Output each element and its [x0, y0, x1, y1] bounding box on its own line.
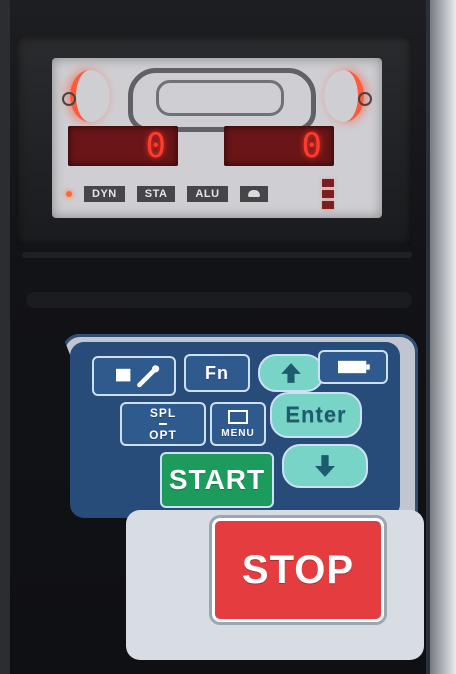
mode-button-alu[interactable]: ALU	[187, 186, 228, 202]
left-weight-display: 0	[68, 126, 178, 166]
up-arrow-icon	[281, 363, 301, 383]
function-button[interactable]: Fn	[184, 354, 250, 392]
left-position-icon	[62, 92, 76, 106]
menu-label: MENU	[221, 427, 255, 439]
display-panel: 0 0 DYN STA ALU	[52, 58, 382, 218]
spl-opt-divider	[159, 423, 167, 425]
opt-label: OPT	[149, 428, 177, 442]
status-indicators	[322, 176, 352, 212]
menu-icon	[228, 409, 248, 424]
weight-apply-button[interactable]	[92, 356, 176, 396]
spl-opt-button[interactable]: SPL OPT	[120, 402, 206, 446]
enter-button[interactable]: Enter	[270, 392, 362, 438]
spl-opt-label: SPL OPT	[149, 407, 177, 441]
vehicle-icon[interactable]	[239, 186, 268, 202]
stop-button[interactable]: STOP	[212, 518, 384, 622]
left-lamp-arc	[70, 70, 110, 122]
down-arrow-button[interactable]	[282, 444, 368, 488]
keypad-lip	[26, 292, 412, 308]
battery-button[interactable]	[318, 350, 388, 384]
mode-button-sta[interactable]: STA	[136, 186, 176, 202]
menu-button[interactable]: MENU	[210, 402, 266, 446]
mode-row: DYN STA ALU	[66, 186, 268, 202]
bezel-separator	[22, 252, 412, 258]
start-button[interactable]: START	[160, 452, 274, 508]
indicator-3	[322, 201, 334, 209]
battery-icon	[338, 360, 370, 374]
indicator-1	[322, 179, 334, 187]
spl-label: SPL	[149, 406, 177, 420]
right-weight-display: 0	[224, 126, 334, 166]
mode-button-dyn[interactable]: DYN	[84, 186, 125, 202]
up-arrow-button[interactable]	[258, 354, 324, 392]
mode-led	[66, 191, 72, 197]
right-position-icon	[358, 92, 372, 106]
indicator-2	[322, 190, 334, 198]
down-arrow-icon	[315, 455, 335, 477]
tire-inner-icon	[156, 80, 284, 116]
weight-apply-icon	[116, 365, 160, 388]
